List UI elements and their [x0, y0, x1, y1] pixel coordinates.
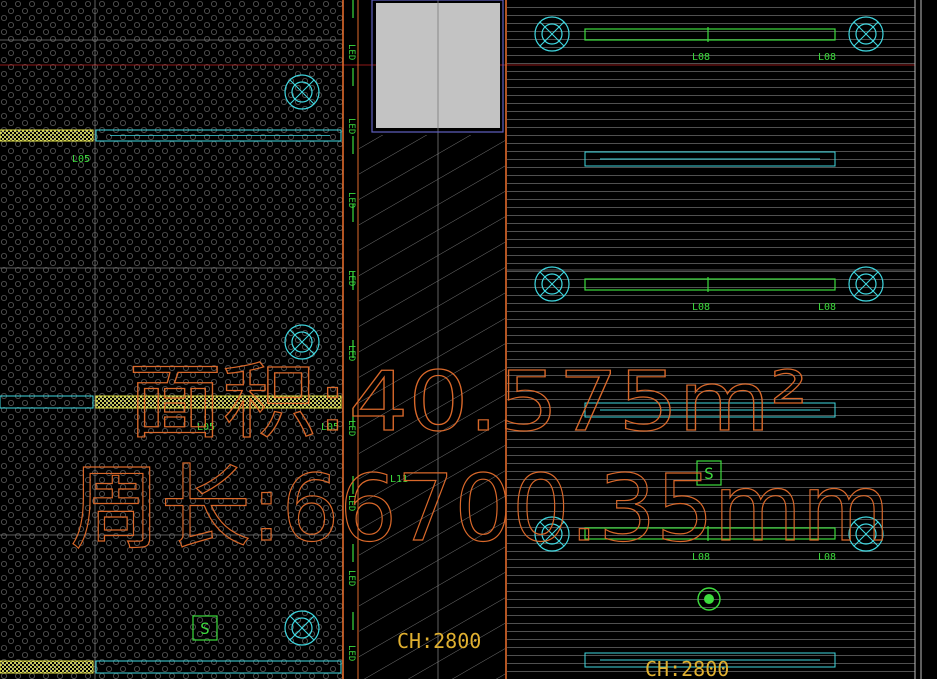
switch-label-left: S	[200, 619, 210, 638]
tag-l08-d: L08	[818, 302, 836, 313]
perimeter-measurement-label: 周长:66700.35mm	[70, 455, 890, 562]
plank-ceiling-area	[507, 0, 915, 679]
ceiling-height-label-corridor: CH:2800	[397, 629, 481, 653]
led-strip-label: LED	[346, 645, 356, 661]
cad-drawing-canvas: LEDLEDLEDLEDLEDLEDLEDLEDLED S S L05 L05 …	[0, 0, 937, 679]
tag-l08-c: L08	[692, 302, 710, 313]
tag-l05-a: L05	[72, 154, 90, 165]
tag-l08-a: L08	[692, 52, 710, 63]
ceiling-height-label-room: CH:2800	[645, 657, 729, 679]
tag-l08-b: L08	[818, 52, 836, 63]
led-strip-label: LED	[346, 118, 356, 134]
led-strip-label: LED	[346, 44, 356, 60]
area-measurement-label: 面积:40.575m²	[128, 355, 808, 450]
led-strip-label: LED	[346, 192, 356, 208]
led-strip-label: LED	[346, 570, 356, 586]
led-strip-label: LED	[346, 270, 356, 286]
